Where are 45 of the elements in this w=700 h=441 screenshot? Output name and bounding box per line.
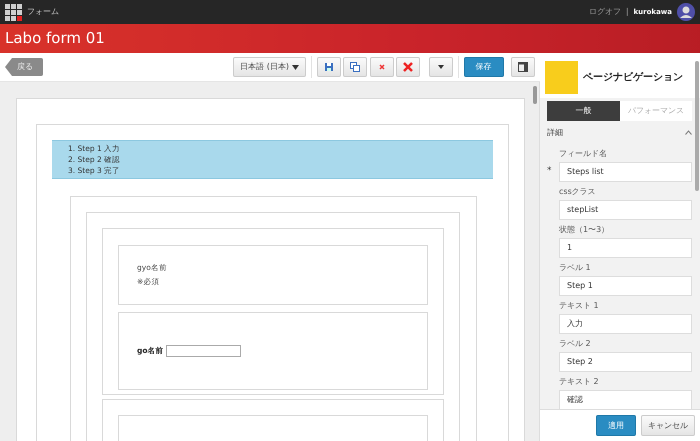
section-title: 詳細 [547, 126, 563, 139]
scrollbar[interactable] [533, 86, 537, 104]
field-label: 状態（1〜3） [558, 224, 610, 236]
field-label: テキスト 2 [558, 376, 600, 388]
text-field[interactable]: 1 [559, 238, 692, 258]
logoff-link[interactable]: ログオフ [588, 6, 621, 18]
panel-title: ページナビゲーション [583, 70, 683, 86]
save-as-button[interactable] [343, 57, 367, 77]
text-input[interactable] [166, 345, 241, 357]
caret-icon [292, 64, 298, 70]
save-icon [324, 62, 334, 72]
text-field[interactable]: stepList [559, 200, 692, 220]
field-label: ラベル 2 [558, 338, 592, 350]
app-grid-icon[interactable] [5, 4, 22, 20]
separator: | [626, 6, 629, 18]
text-field[interactable]: Step 2 [559, 352, 692, 372]
text-field[interactable]: Steps list [559, 162, 692, 182]
scrollbar[interactable] [695, 61, 699, 191]
text-field[interactable]: Step 1 [559, 276, 692, 296]
delete-button[interactable] [396, 57, 420, 77]
panel-layout-icon [518, 62, 528, 72]
save-button[interactable]: 保存 [464, 57, 504, 77]
component-color-icon [545, 61, 578, 94]
save-button[interactable] [316, 57, 340, 77]
required-mark: * [547, 165, 552, 178]
field-label: cssクラス [558, 186, 597, 198]
field-label: ラベル 1 [558, 262, 592, 274]
field-label: フィールド名 [558, 148, 608, 160]
panel-tab[interactable]: 一般 [547, 100, 620, 121]
close-icon [403, 62, 413, 72]
text-field[interactable]: 入力 [559, 314, 692, 334]
app-title: フォーム [27, 6, 59, 18]
apply-button[interactable]: 適用 [596, 415, 636, 436]
field-label: テキスト 1 [558, 300, 600, 312]
language-dropdown[interactable]: 日本語 (日本) [233, 57, 306, 77]
more-button[interactable] [428, 57, 452, 77]
copy-icon [350, 62, 360, 72]
form-title: Labo form 01 [5, 28, 105, 50]
remove-button[interactable] [370, 57, 394, 77]
close-icon [376, 62, 386, 72]
layout-button[interactable] [511, 57, 535, 77]
user-avatar-icon[interactable] [677, 3, 695, 21]
text-field[interactable]: 確認 [559, 390, 692, 410]
cancel-button[interactable]: キャンセル [641, 415, 695, 436]
section-header[interactable]: 詳細 [547, 122, 692, 143]
